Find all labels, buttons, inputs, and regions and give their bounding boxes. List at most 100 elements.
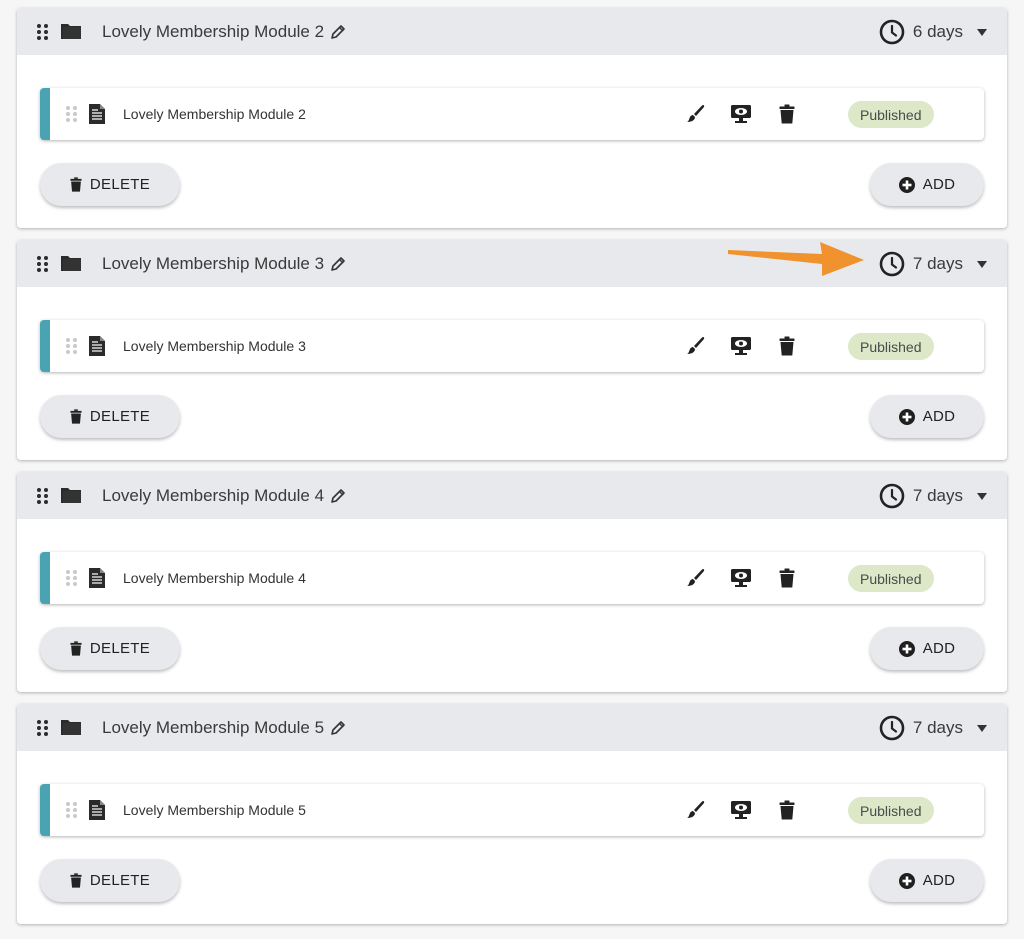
pencil-icon[interactable]: [330, 720, 346, 736]
lesson-actions: [684, 552, 822, 604]
status-badge: Published: [848, 101, 934, 128]
status-badge: Published: [848, 565, 934, 592]
trash-icon: [70, 177, 82, 192]
module-title: Lovely Membership Module 3: [102, 253, 325, 273]
add-lesson-button[interactable]: ADD: [870, 627, 984, 670]
trash-icon: [70, 873, 82, 888]
module-header[interactable]: Lovely Membership Module 5 7 days: [17, 704, 1007, 751]
duration-text: 7 days: [912, 485, 963, 505]
trash-icon[interactable]: [776, 799, 798, 821]
plus-circle-icon: [898, 872, 915, 889]
delete-label: DELETE: [89, 872, 151, 889]
plus-circle-icon: [898, 408, 915, 425]
folder-icon: [61, 720, 81, 735]
drip-duration[interactable]: 7 days: [879, 704, 987, 751]
folder-icon: [61, 24, 81, 39]
preview-eye-icon[interactable]: [730, 103, 752, 125]
paintbrush-icon[interactable]: [684, 567, 706, 589]
add-lesson-button[interactable]: ADD: [870, 395, 984, 438]
pencil-icon[interactable]: [330, 488, 346, 504]
plus-circle-icon: [898, 640, 915, 657]
lesson-row[interactable]: Lovely Membership Module 4 Published: [40, 552, 984, 604]
lesson-row[interactable]: Lovely Membership Module 2 Published: [40, 88, 984, 140]
document-icon: [89, 336, 105, 356]
document-icon: [89, 104, 105, 124]
lesson-title[interactable]: Lovely Membership Module 3: [123, 338, 306, 354]
folder-icon: [61, 488, 81, 503]
paintbrush-icon[interactable]: [684, 103, 706, 125]
paintbrush-icon[interactable]: [684, 335, 706, 357]
drag-handle-icon[interactable]: [66, 570, 77, 586]
delete-module-button[interactable]: DELETE: [40, 163, 180, 206]
pencil-icon[interactable]: [330, 24, 346, 40]
add-label: ADD: [922, 872, 956, 889]
module-list: Lovely Membership Module 2 6 days Lovely…: [17, 8, 1007, 936]
duration-text: 6 days: [912, 21, 963, 41]
clock-icon: [879, 251, 905, 276]
paintbrush-icon[interactable]: [684, 799, 706, 821]
caret-down-icon[interactable]: [977, 261, 987, 268]
duration-text: 7 days: [912, 717, 963, 737]
lesson-title[interactable]: Lovely Membership Module 4: [123, 570, 306, 586]
drag-handle-icon[interactable]: [66, 106, 77, 122]
status-badge: Published: [848, 797, 934, 824]
delete-module-button[interactable]: DELETE: [40, 395, 180, 438]
caret-down-icon[interactable]: [977, 725, 987, 732]
drip-duration[interactable]: 7 days: [879, 240, 987, 287]
lesson-actions: [684, 88, 822, 140]
module-card: Lovely Membership Module 2 6 days Lovely…: [17, 8, 1007, 228]
module-card: Lovely Membership Module 5 7 days Lovely…: [17, 704, 1007, 924]
lesson-title[interactable]: Lovely Membership Module 2: [123, 106, 306, 122]
delete-label: DELETE: [89, 640, 151, 657]
annotation-arrow: [728, 242, 864, 276]
trash-icon[interactable]: [776, 103, 798, 125]
drag-handle-icon[interactable]: [66, 338, 77, 354]
module-header[interactable]: Lovely Membership Module 4 7 days: [17, 472, 1007, 519]
drag-handle-icon[interactable]: [37, 23, 48, 40]
trash-icon[interactable]: [776, 567, 798, 589]
document-icon: [89, 568, 105, 588]
preview-eye-icon[interactable]: [730, 567, 752, 589]
pencil-icon[interactable]: [330, 256, 346, 272]
preview-eye-icon[interactable]: [730, 335, 752, 357]
folder-icon: [61, 256, 81, 271]
drag-handle-icon[interactable]: [66, 802, 77, 818]
delete-module-button[interactable]: DELETE: [40, 627, 180, 670]
add-lesson-button[interactable]: ADD: [870, 859, 984, 902]
drag-handle-icon[interactable]: [37, 719, 48, 736]
trash-icon[interactable]: [776, 335, 798, 357]
drag-handle-icon[interactable]: [37, 487, 48, 504]
add-label: ADD: [922, 640, 956, 657]
plus-circle-icon: [898, 176, 915, 193]
delete-module-button[interactable]: DELETE: [40, 859, 180, 902]
caret-down-icon[interactable]: [977, 29, 987, 36]
caret-down-icon[interactable]: [977, 493, 987, 500]
add-lesson-button[interactable]: ADD: [870, 163, 984, 206]
preview-eye-icon[interactable]: [730, 799, 752, 821]
module-title: Lovely Membership Module 5: [102, 717, 325, 737]
status-badge: Published: [848, 333, 934, 360]
add-label: ADD: [922, 176, 956, 193]
lesson-row[interactable]: Lovely Membership Module 5 Published: [40, 784, 984, 836]
lesson-actions: [684, 784, 822, 836]
lesson-row[interactable]: Lovely Membership Module 3 Published: [40, 320, 984, 372]
delete-label: DELETE: [89, 176, 151, 193]
add-label: ADD: [922, 408, 956, 425]
drag-handle-icon[interactable]: [37, 255, 48, 272]
clock-icon: [879, 715, 905, 740]
duration-text: 7 days: [912, 253, 963, 273]
module-title: Lovely Membership Module 2: [102, 21, 325, 41]
module-card: Lovely Membership Module 4 7 days Lovely…: [17, 472, 1007, 692]
document-icon: [89, 800, 105, 820]
lesson-actions: [684, 320, 822, 372]
clock-icon: [879, 483, 905, 508]
trash-icon: [70, 641, 82, 656]
clock-icon: [879, 19, 905, 44]
delete-label: DELETE: [89, 408, 151, 425]
drip-duration[interactable]: 6 days: [879, 8, 987, 55]
drip-duration[interactable]: 7 days: [879, 472, 987, 519]
module-header[interactable]: Lovely Membership Module 2 6 days: [17, 8, 1007, 55]
trash-icon: [70, 409, 82, 424]
module-title: Lovely Membership Module 4: [102, 485, 325, 505]
lesson-title[interactable]: Lovely Membership Module 5: [123, 802, 306, 818]
